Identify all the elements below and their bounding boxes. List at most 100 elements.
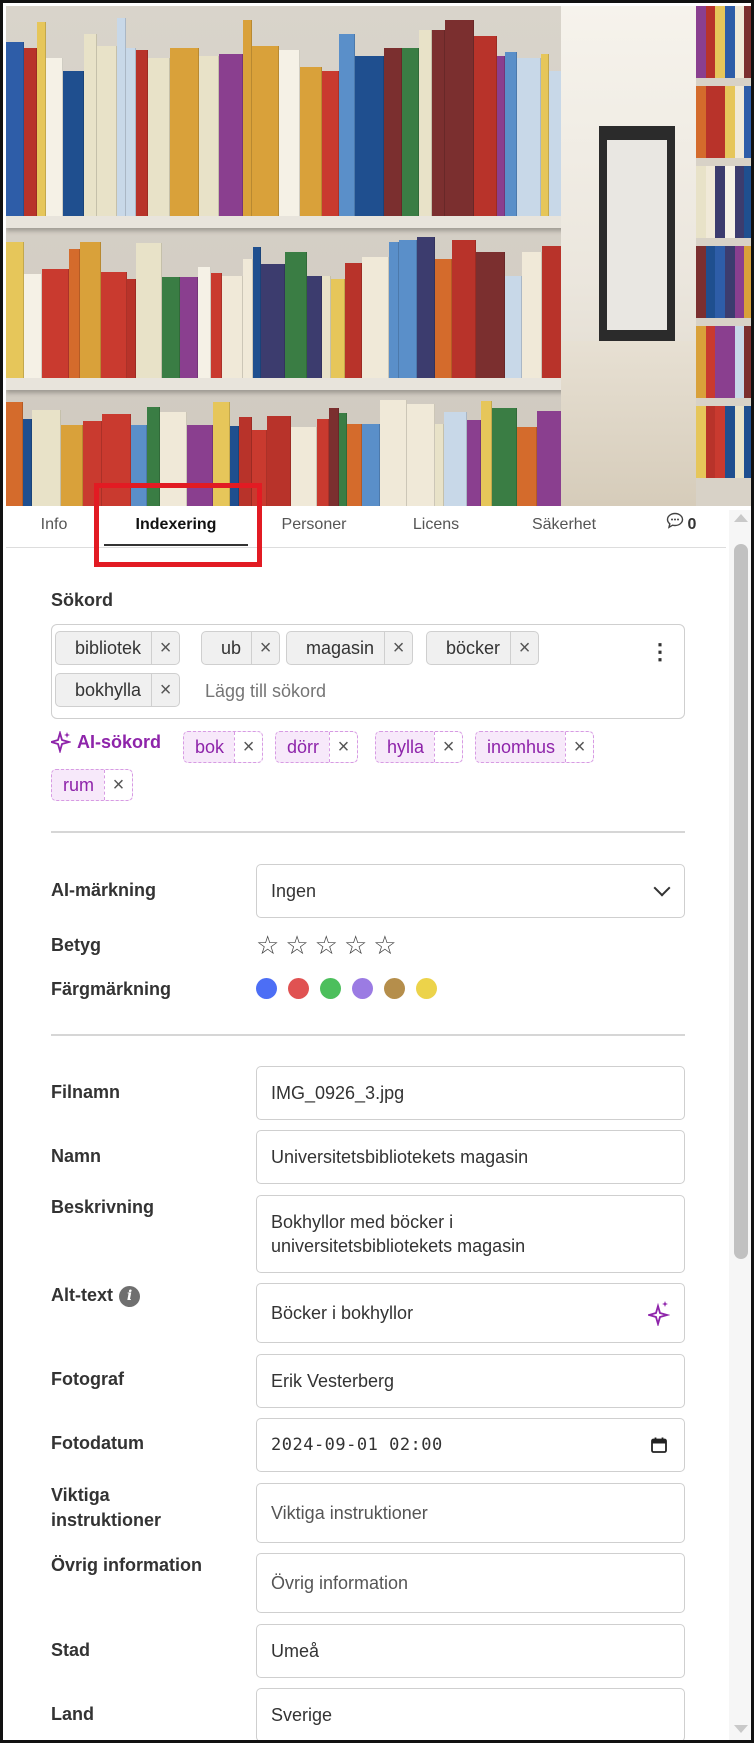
name-value: Universitetsbibliotekets magasin	[271, 1146, 529, 1167]
book	[331, 278, 346, 378]
book	[744, 6, 751, 78]
book	[148, 58, 170, 216]
ai-keyword-text: dörr	[287, 736, 320, 757]
important-instructions-field[interactable]: Viktiga instruktioner	[256, 1483, 685, 1543]
remove-keyword-icon[interactable]: ×	[384, 632, 412, 664]
color-dot[interactable]	[416, 978, 437, 999]
other-info-placeholder: Övrig information	[271, 1572, 409, 1593]
keyword-chip: bokhylla ×	[55, 673, 181, 707]
ai-marking-label: AI-märkning	[51, 880, 157, 900]
ai-keyword-chip: bok ×	[183, 731, 264, 763]
filename-field[interactable]: IMG_0926_3.jpg	[256, 1066, 685, 1120]
book	[338, 34, 356, 216]
remove-ai-keyword-icon[interactable]: ×	[234, 732, 263, 762]
star-icon[interactable]: ☆	[373, 932, 396, 958]
shelf-board	[6, 378, 566, 390]
book	[497, 56, 506, 216]
book	[317, 418, 330, 506]
book	[6, 241, 24, 378]
tab-comments[interactable]: 0	[656, 506, 706, 548]
scroll-thumb[interactable]	[734, 544, 748, 1259]
alt-text-title: Alt-text	[51, 1285, 113, 1305]
scroll-down-arrow-icon[interactable]	[734, 1725, 748, 1733]
book	[734, 86, 745, 158]
country-value: Sverige	[271, 1704, 333, 1725]
photo-date-field[interactable]: 2024-09-01 02:00	[256, 1418, 685, 1472]
photographer-field[interactable]: Erik Vesterberg	[256, 1354, 685, 1408]
color-dot[interactable]	[320, 978, 341, 999]
book	[186, 425, 213, 506]
info-icon[interactable]: i	[119, 1285, 140, 1307]
color-dot[interactable]	[256, 978, 277, 999]
book	[79, 241, 102, 378]
keyword-chip: bibliotek ×	[55, 631, 181, 665]
ai-keywords-title: AI-sökord	[77, 731, 162, 752]
remove-ai-keyword-icon[interactable]: ×	[565, 732, 594, 762]
book	[744, 166, 751, 238]
divider	[51, 831, 685, 833]
book	[725, 6, 735, 78]
name-field[interactable]: Universitetsbibliotekets magasin	[256, 1130, 685, 1184]
book	[322, 275, 332, 378]
book	[41, 268, 69, 378]
scrollbar[interactable]	[729, 510, 751, 1740]
asset-preview-image	[6, 6, 751, 506]
description-field[interactable]: Bokhyllor med böcker i universitetsbibli…	[256, 1195, 685, 1273]
remove-ai-keyword-icon[interactable]: ×	[329, 732, 358, 762]
city-field[interactable]: Umeå	[256, 1624, 685, 1678]
tab-personer[interactable]: Personer	[274, 506, 354, 548]
book	[380, 400, 408, 506]
rating-stars: ☆ ☆ ☆ ☆ ☆	[256, 932, 397, 958]
description-line: universitetsbibliotekets magasin	[271, 1236, 526, 1256]
book	[725, 326, 735, 398]
sparkle-icon	[51, 731, 71, 753]
color-dot[interactable]	[288, 978, 309, 999]
keyword-chip: magasin ×	[286, 631, 414, 665]
divider	[51, 1034, 685, 1036]
book	[321, 70, 339, 216]
book	[505, 52, 518, 216]
remove-ai-keyword-icon[interactable]: ×	[434, 732, 463, 762]
add-keyword-input[interactable]	[205, 674, 505, 708]
ai-marking-select[interactable]: Ingen	[256, 864, 685, 918]
other-info-field[interactable]: Övrig information	[256, 1553, 685, 1613]
book	[307, 275, 323, 378]
book	[505, 275, 523, 378]
color-dot[interactable]	[352, 978, 373, 999]
star-icon[interactable]: ☆	[256, 932, 279, 958]
book	[744, 406, 751, 478]
remove-ai-keyword-icon[interactable]: ×	[104, 770, 132, 800]
book	[517, 427, 538, 506]
tab-info[interactable]: Info	[34, 506, 74, 548]
remove-keyword-icon[interactable]: ×	[251, 632, 279, 664]
alt-text-field[interactable]: Böcker i bokhyllor	[256, 1283, 685, 1343]
right-book-row	[696, 246, 751, 318]
book	[299, 66, 322, 216]
scroll-up-arrow-icon[interactable]	[734, 514, 748, 522]
country-field[interactable]: Sverige	[256, 1688, 685, 1740]
calendar-icon[interactable]	[650, 1436, 668, 1454]
book	[444, 412, 468, 506]
book	[492, 407, 518, 506]
country-label: Land	[51, 1704, 94, 1724]
star-icon[interactable]: ☆	[315, 932, 338, 958]
remove-keyword-icon[interactable]: ×	[510, 632, 538, 664]
remove-keyword-icon[interactable]: ×	[151, 674, 179, 706]
book	[705, 326, 716, 398]
remove-keyword-icon[interactable]: ×	[151, 632, 179, 664]
tab-indexering[interactable]: Indexering	[104, 506, 248, 548]
book	[101, 414, 131, 506]
ai-generate-sparkle-icon[interactable]	[648, 1300, 670, 1326]
book	[210, 272, 222, 378]
star-icon[interactable]: ☆	[285, 932, 308, 958]
book	[715, 326, 726, 398]
star-icon[interactable]: ☆	[344, 932, 367, 958]
kebab-menu-icon[interactable]: ⋮	[649, 639, 671, 665]
tab-sakerhet[interactable]: Säkerhet	[524, 506, 604, 548]
tab-licens[interactable]: Licens	[406, 506, 466, 548]
important-label-line: Viktiga	[51, 1485, 110, 1505]
color-dot[interactable]	[384, 978, 405, 999]
other-info-label: Övrig information	[51, 1555, 203, 1575]
book	[725, 166, 735, 238]
book	[431, 30, 445, 216]
